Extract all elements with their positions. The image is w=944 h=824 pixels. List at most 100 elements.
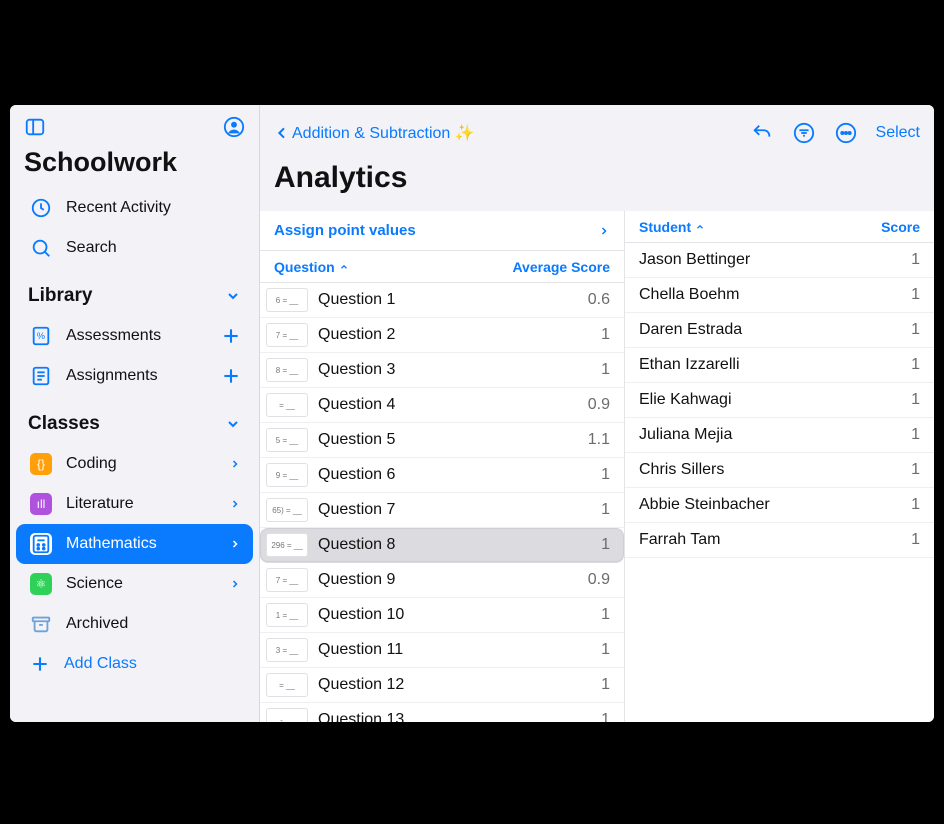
chevron-right-icon: [229, 497, 241, 511]
question-thumbnail: 3 = __: [266, 638, 308, 662]
question-label: Question 1: [318, 291, 578, 309]
question-label: Question 2: [318, 326, 591, 344]
topbar: Addition & Subtraction ✨: [260, 105, 934, 161]
question-score: 0.6: [588, 291, 610, 309]
question-score: 1: [601, 606, 610, 624]
question-score: 1: [601, 536, 610, 554]
sidebar-section-classes[interactable]: Classes: [16, 404, 253, 444]
question-row[interactable]: 5 = __Question 51.1: [260, 423, 624, 458]
sidebar-item-assignments[interactable]: Assignments: [16, 356, 253, 396]
question-score: 1.1: [588, 431, 610, 449]
question-label: Question 11: [318, 641, 591, 659]
student-row[interactable]: Elie Kahwagi 1: [625, 383, 934, 418]
page-title-area: Analytics: [260, 161, 934, 211]
sort-by-question[interactable]: Question: [274, 259, 349, 275]
sidebar-item-assessments[interactable]: % Assessments: [16, 316, 253, 356]
student-name: Elie Kahwagi: [639, 391, 732, 409]
question-row[interactable]: 6 = __Question 10.6: [260, 283, 624, 318]
sidebar-item-class-science[interactable]: ⚛ Science: [16, 564, 253, 604]
app-title: Schoolwork: [10, 141, 259, 188]
sort-by-score[interactable]: Score: [881, 219, 920, 235]
student-row[interactable]: Ethan Izzarelli1: [625, 348, 934, 383]
student-row[interactable]: Chella Boehm1: [625, 278, 934, 313]
main-area: Addition & Subtraction ✨: [260, 105, 934, 722]
more-button[interactable]: [834, 121, 858, 145]
app-window: Schoolwork Recent Activity Search Librar…: [10, 105, 934, 722]
question-row[interactable]: 9 = __ Question 6 1: [260, 458, 624, 493]
sort-asc-icon: [695, 222, 705, 232]
question-score: 1: [601, 501, 610, 519]
question-score: 1: [601, 326, 610, 344]
question-thumbnail: 7 = __: [266, 568, 308, 592]
sidebar-item-class-coding[interactable]: {} Coding: [16, 444, 253, 484]
assessments-icon: %: [28, 323, 54, 349]
add-assessment-button[interactable]: [221, 326, 241, 346]
question-row[interactable]: 7 = __Question 90.9: [260, 563, 624, 598]
question-label: Question 4: [318, 396, 578, 414]
student-row[interactable]: Abbie Steinbacher1: [625, 488, 934, 523]
question-row[interactable]: = __Question 121: [260, 668, 624, 703]
question-row[interactable]: = __Question 40.9: [260, 388, 624, 423]
chevron-down-icon: [225, 288, 241, 304]
sidebar-item-label: Science: [66, 575, 217, 593]
question-thumbnail: 1 = __: [266, 603, 308, 627]
archive-icon: [28, 611, 54, 637]
question-thumbnail: = __: [266, 393, 308, 417]
content-area: Assign point values Question Average Sco…: [260, 211, 934, 722]
question-row[interactable]: 8 = __Question 31: [260, 353, 624, 388]
chevron-right-icon: [229, 577, 241, 591]
sidebar-item-label: Assessments: [66, 327, 209, 345]
sidebar-item-search[interactable]: Search: [16, 228, 253, 268]
student-name: Chella Boehm: [639, 286, 740, 304]
back-button[interactable]: Addition & Subtraction ✨: [274, 123, 475, 143]
student-row[interactable]: Chris Sillers1: [625, 453, 934, 488]
question-row[interactable]: 3 = __Question 111: [260, 633, 624, 668]
question-label: Question 12: [318, 676, 591, 694]
question-row[interactable]: - __Question 131: [260, 703, 624, 722]
profile-icon[interactable]: [221, 114, 247, 140]
assignments-icon: [28, 363, 54, 389]
student-score: 1: [911, 391, 920, 409]
student-row[interactable]: Juliana Mejia1: [625, 418, 934, 453]
student-score: 1: [911, 251, 920, 269]
class-icon: ıll: [28, 491, 54, 517]
add-assignment-button[interactable]: [221, 366, 241, 386]
question-list: 6 = __Question 10.67 = __Question 218 = …: [260, 283, 624, 722]
svg-text:%: %: [37, 331, 45, 341]
chevron-right-icon: [598, 224, 610, 238]
sidebar-item-label: Mathematics: [66, 535, 217, 553]
question-thumbnail: = __: [266, 673, 308, 697]
sidebar-item-recent[interactable]: Recent Activity: [16, 188, 253, 228]
student-name: Juliana Mejia: [639, 426, 732, 444]
questions-panel: Assign point values Question Average Sco…: [260, 211, 625, 722]
sidebar-toggle-icon[interactable]: [22, 114, 48, 140]
sort-by-student[interactable]: Student: [639, 219, 705, 235]
sidebar-item-label: Search: [66, 239, 241, 257]
question-row[interactable]: 1 = __Question 101: [260, 598, 624, 633]
undo-button[interactable]: [750, 121, 774, 145]
question-label: Question 6: [318, 466, 591, 484]
question-row[interactable]: 296 = __Question 81: [260, 528, 624, 563]
class-icon: {}: [28, 451, 54, 477]
question-thumbnail: 5 = __: [266, 428, 308, 452]
sidebar-section-library[interactable]: Library: [16, 276, 253, 316]
question-score: 1: [601, 466, 610, 484]
select-button[interactable]: Select: [876, 124, 920, 142]
sidebar-item-archived[interactable]: Archived: [16, 604, 253, 644]
sort-by-avg-score[interactable]: Average Score: [512, 259, 610, 275]
question-row[interactable]: 65) = __Question 71: [260, 493, 624, 528]
question-thumbnail: 9 = __: [266, 463, 308, 487]
class-icon: ⚛: [28, 571, 54, 597]
filter-button[interactable]: [792, 121, 816, 145]
question-thumbnail: 8 = __: [266, 358, 308, 382]
student-score: 1: [911, 321, 920, 339]
student-row[interactable]: Farrah Tam1: [625, 523, 934, 558]
assign-point-values-button[interactable]: Assign point values: [260, 211, 624, 251]
question-row[interactable]: 7 = __Question 21: [260, 318, 624, 353]
add-class-button[interactable]: Add Class: [16, 644, 253, 684]
sidebar-item-class-mathematics[interactable]: Mathematics: [16, 524, 253, 564]
sidebar-item-class-literature[interactable]: ıll Literature: [16, 484, 253, 524]
student-row[interactable]: Jason Bettinger1: [625, 243, 934, 278]
chevron-down-icon: [225, 416, 241, 432]
student-row[interactable]: Daren Estrada1: [625, 313, 934, 348]
